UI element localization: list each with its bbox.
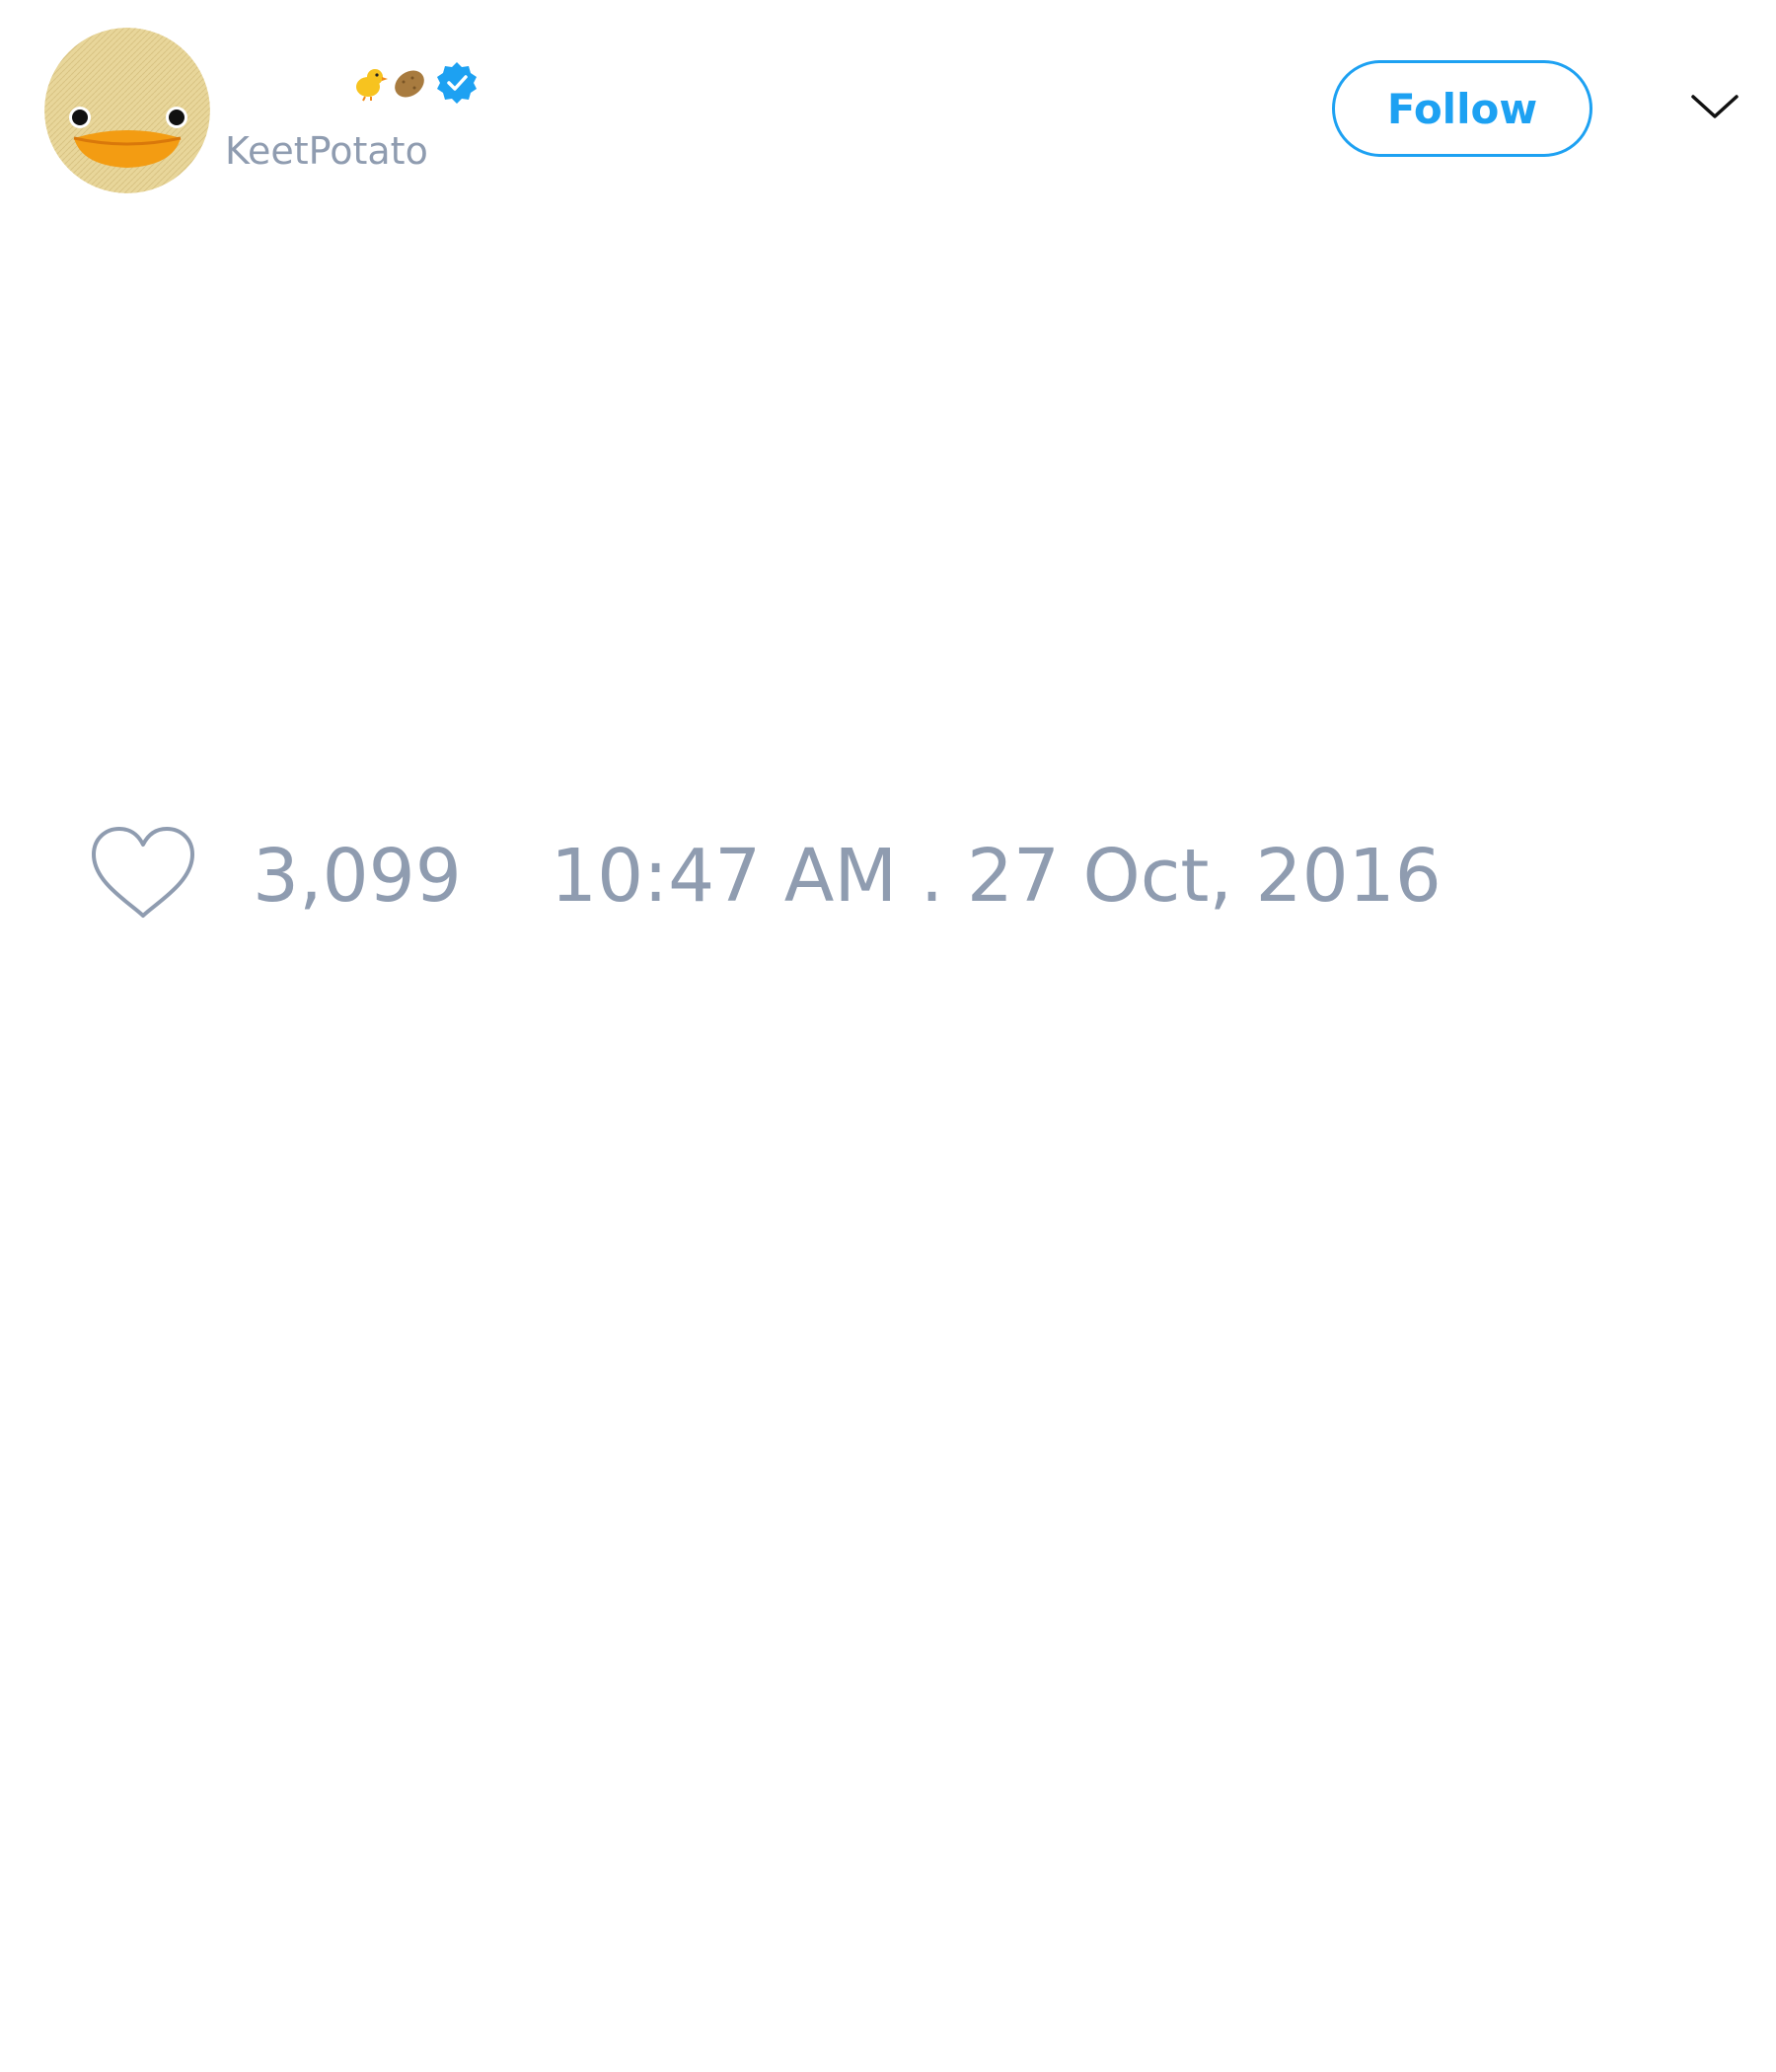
chevron-down-icon[interactable] bbox=[1689, 87, 1740, 126]
tweet-timestamp[interactable]: 10:47 AM . 27 Oct, 2016 bbox=[551, 833, 1442, 920]
chick-emoji-icon bbox=[351, 64, 389, 102]
like-count: 3,099 bbox=[253, 834, 462, 919]
user-handle[interactable]: KeetPotato bbox=[225, 126, 428, 176]
duck-face-icon bbox=[44, 28, 210, 193]
tweet-footer: 3,099 10:47 AM . 27 Oct, 2016 bbox=[89, 825, 1470, 920]
avatar[interactable] bbox=[44, 28, 210, 193]
display-name[interactable] bbox=[351, 61, 480, 105]
follow-button[interactable]: Follow bbox=[1332, 60, 1592, 157]
verified-badge-icon bbox=[434, 60, 480, 106]
tweet-card: KeetPotato Follow 3,099 10:47 AM . 27 Oc… bbox=[0, 0, 1776, 2072]
potato-emoji-icon bbox=[391, 64, 428, 102]
heart-outline-icon[interactable] bbox=[89, 825, 197, 920]
